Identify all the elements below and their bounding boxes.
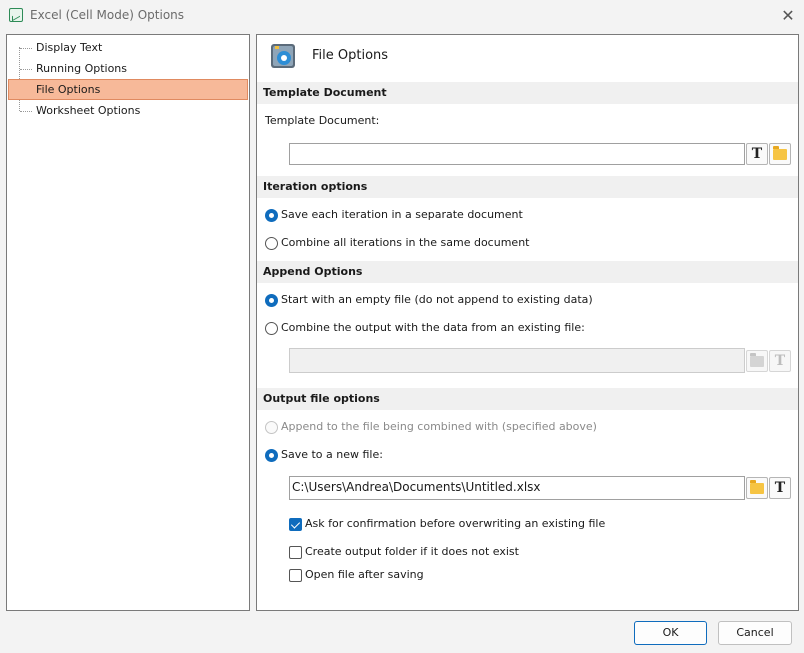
options-tree: Display Text Running Options File Option… xyxy=(6,34,250,611)
tree-item-label: File Options xyxy=(36,83,101,96)
section-append-options: Append Options xyxy=(257,261,798,283)
excel-app-icon xyxy=(9,8,23,22)
checkbox-confirm-overwrite[interactable] xyxy=(289,518,302,531)
text-t-icon: T xyxy=(774,480,786,496)
existing-file-input[interactable] xyxy=(289,348,745,373)
checkbox-create-folder-label: Create output folder if it does not exis… xyxy=(305,545,519,558)
radio-combine-existing-file-label: Combine the output with the data from an… xyxy=(281,321,585,334)
window-title: Excel (Cell Mode) Options xyxy=(30,8,185,22)
close-button[interactable]: ✕ xyxy=(776,5,800,27)
tree-item-display-text[interactable]: Display Text xyxy=(8,38,248,58)
section-header: Output file options xyxy=(263,392,380,405)
tree-item-label: Running Options xyxy=(36,62,128,75)
text-t-icon: T xyxy=(774,353,786,369)
tree-branch-line xyxy=(20,69,32,70)
radio-append-to-combined-file-label: Append to the file being combined with (… xyxy=(281,420,597,433)
template-document-input[interactable] xyxy=(289,143,745,165)
checkbox-confirm-overwrite-label: Ask for confirmation before overwriting … xyxy=(305,517,606,530)
section-template-document: Template Document xyxy=(257,82,798,104)
radio-save-new-file[interactable] xyxy=(265,449,278,462)
radio-append-to-combined-file[interactable] xyxy=(265,421,278,434)
radio-separate-document-label: Save each iteration in a separate docume… xyxy=(281,208,523,221)
template-browse-button[interactable] xyxy=(769,143,791,165)
radio-start-empty-file-label: Start with an empty file (do not append … xyxy=(281,293,593,306)
tree-branch-line xyxy=(20,111,32,112)
radio-combine-iterations[interactable] xyxy=(265,237,278,250)
ok-button[interactable]: OK xyxy=(634,621,707,645)
template-document-label: Template Document: xyxy=(265,114,380,127)
folder-icon xyxy=(773,146,787,160)
checkbox-open-after-saving-label: Open file after saving xyxy=(305,568,424,581)
folder-icon xyxy=(750,353,764,367)
existing-file-text-button[interactable]: T xyxy=(769,350,791,372)
tree-item-label: Worksheet Options xyxy=(36,104,141,117)
existing-file-browse-button[interactable] xyxy=(746,350,768,372)
new-file-text-button[interactable]: T xyxy=(769,477,791,499)
section-output-file-options: Output file options xyxy=(257,388,798,410)
tree-item-running-options[interactable]: Running Options xyxy=(8,59,248,79)
checkbox-open-after-saving[interactable] xyxy=(289,569,302,582)
radio-combine-existing-file[interactable] xyxy=(265,322,278,335)
template-text-button[interactable]: T xyxy=(746,143,768,165)
text-t-icon: T xyxy=(751,146,763,162)
tree-item-worksheet-options[interactable]: Worksheet Options xyxy=(8,101,248,121)
tree-item-file-options[interactable]: File Options xyxy=(8,79,248,100)
section-header: Template Document xyxy=(263,86,387,99)
panel-title: File Options xyxy=(312,48,389,63)
tree-item-label: Display Text xyxy=(36,41,103,54)
section-iteration-options: Iteration options xyxy=(257,176,798,198)
radio-combine-iterations-label: Combine all iterations in the same docum… xyxy=(281,236,530,249)
cancel-button[interactable]: Cancel xyxy=(718,621,792,645)
radio-start-empty-file[interactable] xyxy=(265,294,278,307)
radio-separate-document[interactable] xyxy=(265,209,278,222)
tree-branch-line xyxy=(20,48,32,49)
new-file-browse-button[interactable] xyxy=(746,477,768,499)
section-header: Iteration options xyxy=(263,180,368,193)
radio-save-new-file-label: Save to a new file: xyxy=(281,448,383,461)
gear-settings-icon xyxy=(271,44,295,68)
checkbox-create-folder[interactable] xyxy=(289,546,302,559)
folder-icon xyxy=(750,480,764,494)
new-file-path-input[interactable]: C:\Users\Andrea\Documents\Untitled.xlsx xyxy=(289,476,745,500)
section-header: Append Options xyxy=(263,265,363,278)
